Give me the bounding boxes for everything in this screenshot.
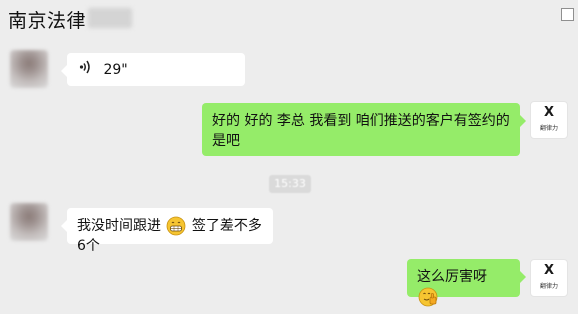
message-text-line: 好的 好的 李总 我看到 咱们推送的客户有签约的 (212, 113, 510, 129)
message-text: 我没时间跟进 (77, 218, 161, 234)
chat-header: 南京法律 (0, 0, 578, 40)
voice-duration: 29" (103, 62, 128, 78)
brand-logo-mark: X (543, 263, 555, 278)
thumbs-up-face-icon (418, 287, 438, 307)
brand-logo-mark: X (543, 105, 555, 120)
grinning-face-icon (166, 216, 186, 236)
message-bubble-self[interactable]: 这么厉害呀 (407, 259, 526, 307)
select-checkbox[interactable] (561, 8, 574, 21)
message-text-line: 是吧 (212, 133, 240, 149)
title-redaction (88, 8, 132, 28)
message-bubble-self[interactable]: 好的 好的 李总 我看到 咱们推送的客户有签约的 是吧 (202, 103, 526, 156)
avatar-self[interactable]: X 翻律力 (530, 101, 568, 139)
brand-logo-text: 翻律力 (539, 283, 558, 290)
chat-title: 南京法律 (8, 10, 87, 32)
voice-message-bubble[interactable]: 29" (61, 53, 245, 86)
message-timestamp: 15:33 (269, 175, 311, 193)
message-bubble-other[interactable]: 我没时间跟进 签了差不多6个 (61, 208, 273, 254)
voice-wave-icon (79, 59, 91, 81)
chat-window: 南京法律 29" 好的 好的 李总 我看到 咱们推送的客户有签约的 是吧 X 翻… (0, 0, 578, 314)
avatar-contact[interactable] (10, 50, 48, 88)
avatar-contact[interactable] (10, 203, 48, 241)
message-text: 这么厉害呀 (417, 269, 487, 285)
avatar-self[interactable]: X 翻律力 (530, 259, 568, 297)
brand-logo-text: 翻律力 (539, 125, 558, 132)
